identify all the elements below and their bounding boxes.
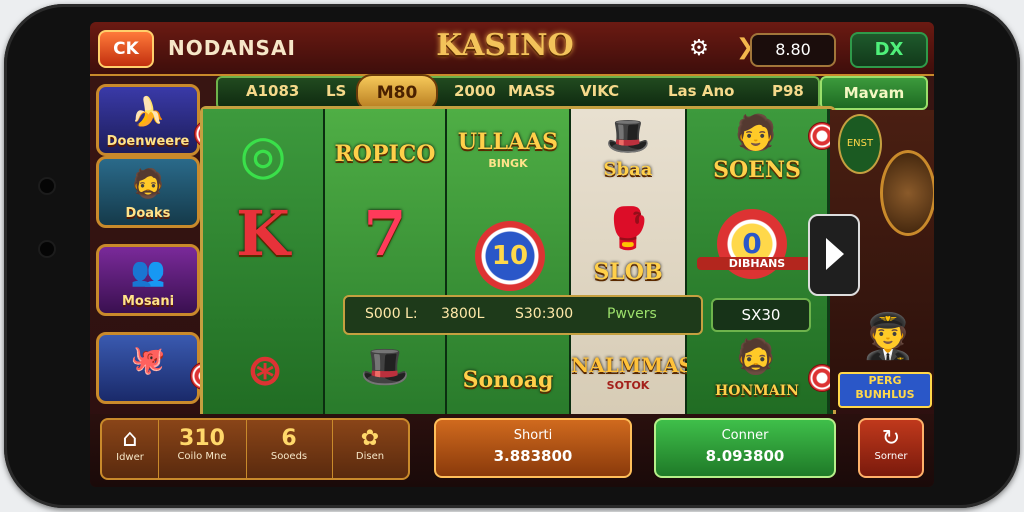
sx-value: SX30 [711, 298, 811, 332]
character-icon: 🧔 [130, 167, 166, 200]
payline-label: Pwvers [607, 306, 657, 322]
conner-title: Conner [721, 428, 769, 443]
roulette-icon [880, 150, 934, 236]
tab-5[interactable]: VIKC [580, 82, 619, 100]
home-icon: ⌂ [122, 424, 138, 452]
ullaas-sub: BINGK [488, 157, 528, 170]
payline-v3: S30:300 [515, 306, 574, 322]
disen-label: Disen [355, 451, 385, 462]
slot-reels: ◎ K ⊛ ROPICO 7 🎩 ULLAAS BINGK 10 Sonoag … [200, 106, 836, 434]
tab-1[interactable]: A1083 [246, 82, 299, 100]
seven-symbol: 7 [363, 197, 407, 270]
banana-icon: 🍌 [130, 95, 166, 128]
payline-v1: S000 L: [365, 306, 418, 322]
player-symbol: 🧑 [734, 113, 778, 153]
payline-bar: S000 L: 3800L S30:300 Pwvers [343, 295, 703, 335]
tab-2[interactable]: LS [326, 82, 346, 100]
bottom-bar: ⌂ Idwer 310 Coilo Mne 6 Sooeds ✿ Disen S… [90, 414, 934, 487]
creature-icon: 🐙 [130, 343, 166, 376]
k-symbol: K [236, 197, 290, 270]
stat-1: 310 Coilo Mne [158, 420, 247, 478]
left-game-2-label: Doaks [125, 206, 171, 221]
left-game-1[interactable]: 🍌 Doenweere [96, 84, 200, 156]
reel-4: 🎩 Sbaa 🥊 SLOB NALMMAS SOTOK [571, 109, 694, 431]
ten-chip-symbol: 10 [475, 221, 545, 291]
enst-badge: ENST [838, 114, 882, 174]
dx-button[interactable]: DX [850, 32, 928, 68]
shorti-title: Shorti [513, 428, 553, 443]
home-button[interactable]: ⌂ Idwer [102, 420, 159, 478]
sorner-label: Sorner [874, 451, 908, 462]
tab-4[interactable]: MASS [508, 82, 555, 100]
payline-v2: 3800L [441, 306, 485, 322]
honmain-symbol: HONMAIN [715, 383, 799, 399]
reel-2: ROPICO 7 🎩 [325, 109, 447, 431]
bottom-stats: ⌂ Idwer 310 Coilo Mne 6 Sooeds ✿ Disen [100, 418, 410, 480]
sonoag-symbol: Sonoag [462, 367, 554, 393]
shorti-value: 3.883800 [493, 447, 573, 465]
brand-name: NODANSAI [168, 36, 296, 60]
chip-symbol: ⊛ [246, 345, 284, 396]
nalmmas-symbol: NALMMAS [571, 353, 694, 377]
hat-symbol: 🎩 [360, 344, 410, 390]
tab-7[interactable]: P98 [772, 82, 804, 100]
chevron-right-icon[interactable]: ❯ [736, 34, 754, 62]
spin-icon: ↻ [881, 426, 901, 451]
sensor-icon [40, 242, 54, 256]
characters-icon: 👥 [130, 255, 166, 288]
camera-icon [40, 179, 54, 193]
conner-button[interactable]: Conner 8.093800 [654, 418, 836, 478]
reel-3: ULLAAS BINGK 10 Sonoag [447, 109, 571, 431]
pirate-symbol: 🧔 [734, 337, 778, 377]
play-icon[interactable] [808, 214, 860, 296]
stat-2-label: Sooeds [270, 451, 308, 462]
page-title: KASINO [436, 28, 574, 63]
home-label: Idwer [116, 452, 144, 463]
game-tabs: A1083 LS M80 2000 MASS VIKC Las Ano P98 [216, 74, 820, 112]
gear-icon[interactable]: ⚙ [686, 36, 712, 62]
perg-card: PERG BUNHLUS [838, 372, 932, 408]
stat-1-value: 310 [179, 426, 225, 451]
sorner-button[interactable]: ↻ Sorner [858, 418, 924, 478]
reel-1: ◎ K ⊛ [203, 109, 325, 431]
conner-value: 8.093800 [705, 447, 785, 465]
game-screen: CK NODANSAI KASINO ⚙ ❯ 8.80 DX A1083 LS … [90, 22, 934, 487]
ropico-symbol: ROPICO [334, 141, 436, 167]
stat-1-label: Coilo Mne [177, 451, 227, 462]
slob-symbol: SLOB [593, 259, 663, 285]
gold-hat-symbol: 🎩 [605, 116, 651, 157]
boxer-symbol: 🥊 [603, 206, 653, 252]
tab-3[interactable]: 2000 [454, 82, 496, 100]
shorti-button[interactable]: Shorti 3.883800 [434, 418, 632, 478]
stat-2-value: 6 [281, 426, 297, 451]
sbaa-symbol: Sbaa [603, 159, 653, 180]
left-game-4[interactable]: 🐙 [96, 332, 200, 404]
tab-6[interactable]: Las Ano [668, 82, 734, 100]
balance-display: 8.80 [750, 33, 836, 67]
left-game-1-label: Doenweere [106, 134, 190, 149]
dibhans-label: DIBHANS [697, 257, 817, 270]
left-game-3[interactable]: 👥 Mosani [96, 244, 200, 316]
left-game-3-label: Mosani [121, 294, 175, 309]
reel-5: 🧑 SOENS 0 DIBHANS 🧔 HONMAIN [687, 109, 827, 431]
soens-symbol: SOENS [713, 157, 801, 183]
gear-icon: ✿ [360, 426, 380, 451]
ring-symbol: ◎ [239, 123, 287, 186]
mavam-button[interactable]: Mavam [820, 76, 928, 110]
nalmmas-sub: SOTOK [606, 379, 650, 392]
left-game-2[interactable]: 🧔 Doaks [96, 156, 200, 228]
top-bar: CK NODANSAI KASINO ⚙ ❯ 8.80 DX [90, 22, 934, 76]
stat-2: 6 Sooeds [246, 420, 333, 478]
disen-button[interactable]: ✿ Disen [332, 420, 408, 478]
ullaas-symbol: ULLAAS [457, 129, 559, 155]
app-logo[interactable]: CK [98, 30, 154, 68]
